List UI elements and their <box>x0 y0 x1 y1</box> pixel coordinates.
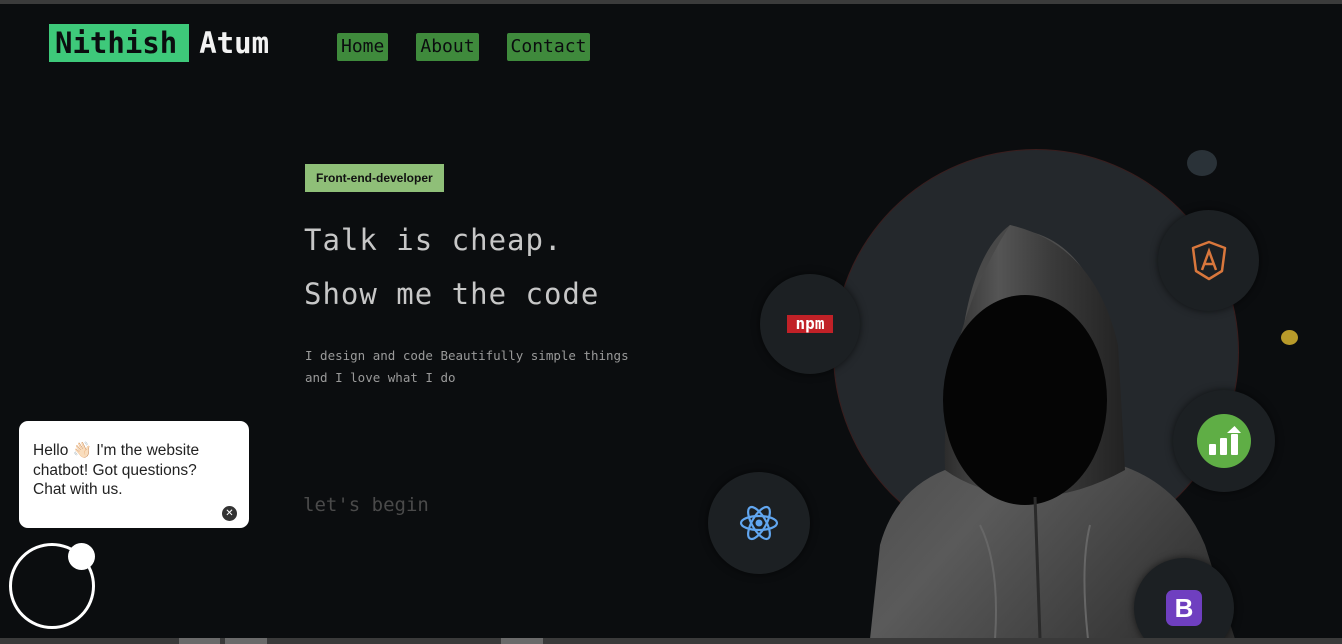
angular-icon <box>1191 240 1226 280</box>
brand-first-name: Nithish <box>49 24 190 62</box>
hero-description: I design and code Beautifully simple thi… <box>305 345 665 389</box>
hero-headline-line-1: Talk is cheap. <box>304 223 563 257</box>
chatbot-message-line-3: Chat with us. <box>33 481 123 498</box>
stats-badge <box>1173 390 1275 492</box>
chatbot-message: Hello 👋🏻 I'm the website chatbot! Got qu… <box>33 441 235 500</box>
brand-logo[interactable]: Nithish Atum <box>49 24 269 62</box>
main-nav: Home About Contact <box>337 33 591 61</box>
bootstrap-icon: B <box>1166 590 1202 626</box>
scrollbar-thumb[interactable] <box>501 638 543 644</box>
hero-headline-line-2: Show me the code <box>304 277 600 311</box>
role-badge: Front-end-developer <box>305 164 444 192</box>
chatbot-message-line-1: Hello 👋🏻 I'm the website <box>33 442 200 459</box>
nav-about-link[interactable]: About <box>416 33 479 61</box>
react-icon <box>739 505 779 541</box>
npm-icon: npm <box>787 315 833 333</box>
scrollbar-segment <box>225 638 267 644</box>
horizontal-scrollbar[interactable] <box>0 638 1342 644</box>
scrollbar-segment <box>179 638 220 644</box>
angular-badge <box>1158 210 1259 311</box>
brand-last-name: Atum <box>199 26 270 60</box>
window-top-border <box>0 0 1342 4</box>
chatbot-popup[interactable]: Hello 👋🏻 I'm the website chatbot! Got qu… <box>19 421 249 528</box>
decorative-dot-gray <box>1187 150 1217 176</box>
stats-icon <box>1197 414 1251 468</box>
chatbot-launcher-knob <box>68 543 95 570</box>
hero-description-line-2: and I love what I do <box>305 370 456 385</box>
nav-contact-link[interactable]: Contact <box>506 33 591 61</box>
hero-description-line-1: I design and code Beautifully simple thi… <box>305 348 629 363</box>
close-icon[interactable]: ✕ <box>222 506 237 521</box>
lets-begin-link[interactable]: let's begin <box>303 494 429 516</box>
npm-badge: npm <box>760 274 860 374</box>
react-badge <box>708 472 810 574</box>
nav-home-link[interactable]: Home <box>337 33 389 61</box>
chatbot-message-line-2: chatbot! Got questions? <box>33 461 197 479</box>
decorative-dot-yellow <box>1281 330 1298 345</box>
